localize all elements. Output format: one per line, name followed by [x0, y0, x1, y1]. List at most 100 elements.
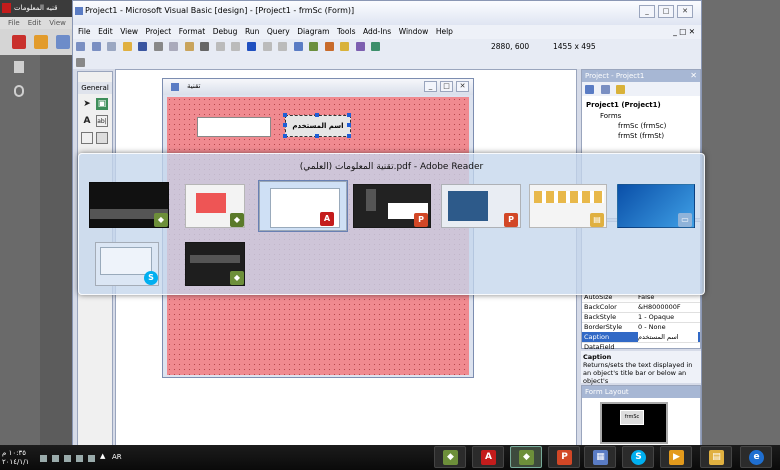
taskbar-media-player[interactable]: ▶ — [660, 446, 692, 468]
reader-menu-file[interactable]: File — [8, 19, 20, 27]
commandbutton-tool-icon[interactable] — [96, 132, 108, 144]
object-browser-icon[interactable] — [340, 42, 350, 51]
reader-menu-edit[interactable]: Edit — [28, 19, 42, 27]
pages-icon[interactable] — [14, 61, 24, 73]
reader-save-icon[interactable] — [56, 35, 70, 49]
tray-icon[interactable] — [40, 455, 47, 462]
menu-diagram[interactable]: Diagram — [297, 25, 329, 39]
break-icon[interactable] — [262, 42, 272, 51]
project-explorer-icon[interactable] — [293, 42, 303, 51]
menu-window[interactable]: Window — [399, 25, 429, 39]
redo-icon[interactable] — [231, 42, 241, 51]
menu-run[interactable]: Run — [245, 25, 259, 39]
menu-debug[interactable]: Debug — [213, 25, 238, 39]
tree-item-frmst[interactable]: frmSt (frmSt) — [618, 132, 664, 140]
menu-query[interactable]: Query — [267, 25, 290, 39]
form-minimize-button[interactable]: _ — [424, 81, 437, 92]
window-thumbnail-explorer[interactable]: ▤ — [529, 184, 607, 228]
taskbar-explorer[interactable]: ▤ — [700, 446, 732, 468]
window-thumbnail-adobe-reader-selected[interactable]: A — [258, 180, 348, 232]
menu-help[interactable]: Help — [436, 25, 453, 39]
form-maximize-button[interactable]: □ — [440, 81, 453, 92]
window-thumbnail-slides[interactable]: ◆ — [185, 184, 245, 228]
menu-format[interactable]: Format — [179, 25, 205, 39]
tree-item-frmsc[interactable]: frmSc (frmSc) — [618, 122, 666, 130]
properties-icon[interactable] — [309, 42, 319, 51]
reader-create-icon[interactable] — [12, 35, 26, 49]
resize-handle[interactable] — [315, 113, 319, 117]
property-value[interactable]: &H8000000F — [638, 302, 681, 312]
taskbar-app-1[interactable]: ◆ — [434, 446, 466, 468]
window-thumbnail-vb[interactable]: ◆ — [89, 182, 169, 228]
view-object-icon[interactable] — [600, 85, 610, 94]
menu-edit[interactable]: Edit — [98, 25, 113, 39]
end-icon[interactable] — [278, 42, 288, 51]
toolbox-icon[interactable] — [355, 42, 365, 51]
taskbar-adobe-reader[interactable]: A — [472, 446, 504, 468]
save-icon[interactable] — [138, 42, 148, 51]
vb-title-bar[interactable]: Project1 - Microsoft Visual Basic [desig… — [73, 1, 701, 25]
form-layout-form[interactable]: frmSc — [620, 410, 644, 425]
textbox-tool-icon[interactable]: ab| — [96, 115, 108, 127]
picturebox-tool-icon[interactable]: ▣ — [96, 98, 108, 110]
undo-icon[interactable] — [215, 42, 225, 51]
window-thumbnail-powerpoint[interactable]: P — [441, 184, 521, 228]
taskbar-powerpoint[interactable]: P — [548, 446, 580, 468]
menu-addins[interactable]: Add-Ins — [363, 25, 391, 39]
cut-icon[interactable] — [153, 42, 163, 51]
form-layout-icon[interactable] — [324, 42, 334, 51]
reader-title-bar[interactable]: قنيه المعلومات — [0, 0, 78, 17]
resize-handle[interactable] — [347, 134, 351, 138]
resize-handle[interactable] — [315, 134, 319, 138]
resize-handle[interactable] — [283, 134, 287, 138]
project-explorer-close-icon[interactable]: ✕ — [690, 71, 697, 80]
maximize-button[interactable]: □ — [658, 5, 674, 18]
taskbar-network-app[interactable]: ▦ — [584, 446, 616, 468]
window-thumbnail-skype[interactable]: S — [95, 242, 159, 286]
form-title-bar[interactable]: تقنية _ □ ✕ — [163, 79, 473, 95]
language-indicator[interactable]: AR — [112, 453, 122, 461]
window-thumbnail-desktop[interactable]: ▭ — [617, 184, 695, 228]
taskbar-skype[interactable]: S — [622, 446, 654, 468]
menu-editor-icon[interactable] — [107, 42, 117, 51]
tree-folder-forms[interactable]: Forms — [600, 112, 621, 120]
menu-project[interactable]: Project — [146, 25, 172, 39]
show-hidden-icons[interactable]: ▲ — [100, 452, 107, 460]
property-value[interactable]: 1 - Opaque — [638, 312, 674, 322]
add-form-icon[interactable] — [91, 42, 101, 51]
text-box-control[interactable] — [197, 117, 271, 137]
label-tool-icon[interactable]: A — [81, 115, 93, 127]
open-icon[interactable] — [122, 42, 132, 51]
volume-icon[interactable] — [88, 455, 95, 462]
resize-handle[interactable] — [283, 113, 287, 117]
property-value[interactable]: 0 - None — [638, 322, 666, 332]
mdi-controls[interactable]: _ □ ✕ — [673, 25, 695, 39]
window-thumbnail-presentation[interactable]: P — [353, 184, 431, 228]
resize-handle[interactable] — [347, 123, 351, 127]
view-code-icon[interactable] — [585, 85, 594, 94]
tree-root-project[interactable]: Project1 (Project1) — [586, 101, 661, 109]
minimize-button[interactable]: _ — [639, 5, 655, 18]
paste-icon[interactable] — [184, 42, 194, 51]
taskbar-internet-explorer[interactable]: e — [740, 446, 772, 468]
reader-open-icon[interactable] — [34, 35, 48, 49]
frame-tool-icon[interactable] — [81, 132, 93, 144]
pointer-tool-icon[interactable]: ➤ — [81, 98, 93, 110]
data-view-icon[interactable] — [371, 42, 381, 51]
toolbox-header[interactable]: General — [78, 82, 112, 94]
form-editor-icon[interactable] — [76, 58, 85, 67]
reader-menu-view[interactable]: View — [49, 19, 66, 27]
tray-icon[interactable] — [64, 455, 71, 462]
start-icon[interactable] — [247, 42, 257, 51]
find-icon[interactable] — [200, 42, 210, 51]
resize-handle[interactable] — [283, 123, 287, 127]
taskbar-vb-active[interactable]: ◆ — [510, 446, 542, 468]
form-close-button[interactable]: ✕ — [456, 81, 469, 92]
menu-file[interactable]: File — [78, 25, 91, 39]
close-button[interactable]: ✕ — [677, 5, 693, 18]
menu-tools[interactable]: Tools — [337, 25, 355, 39]
add-project-icon[interactable] — [76, 42, 85, 51]
tray-icon[interactable] — [52, 455, 59, 462]
window-thumbnail-dark-app[interactable]: ◆ — [185, 242, 245, 286]
resize-handle[interactable] — [347, 113, 351, 117]
